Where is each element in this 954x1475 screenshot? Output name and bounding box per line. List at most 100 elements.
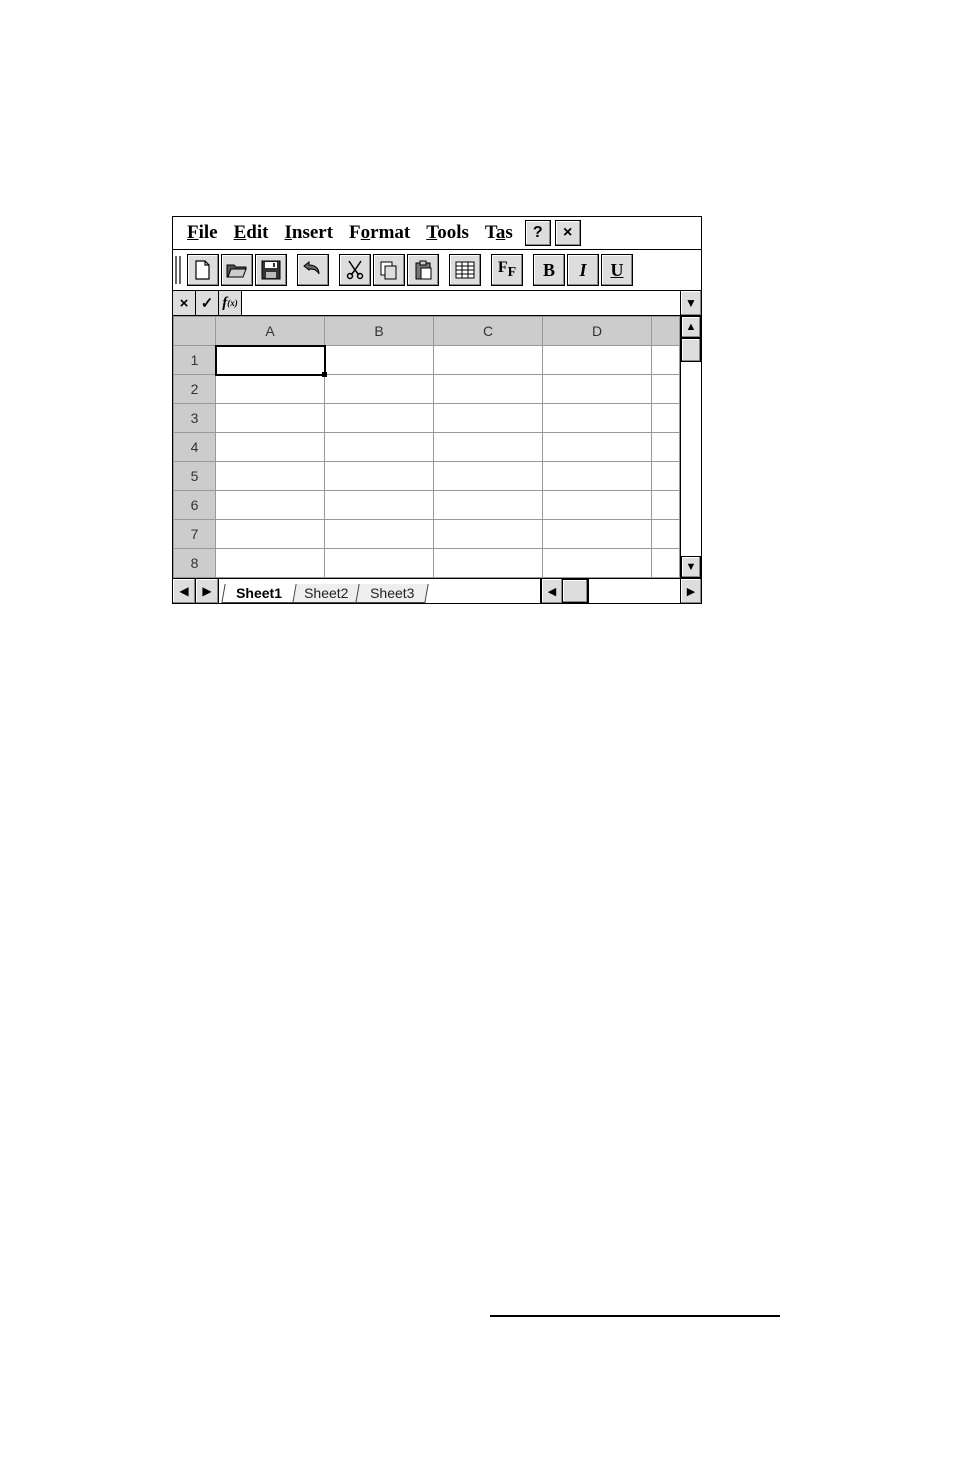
toolbar: FF B I U bbox=[173, 250, 701, 291]
cell-A2[interactable] bbox=[216, 375, 325, 404]
horizontal-scrollbar[interactable]: ◀ ▶ bbox=[541, 579, 701, 603]
undo-button[interactable] bbox=[297, 254, 329, 286]
paste-button[interactable] bbox=[407, 254, 439, 286]
cut-button[interactable] bbox=[339, 254, 371, 286]
cell-extra-2[interactable] bbox=[652, 375, 680, 404]
formula-input[interactable] bbox=[242, 291, 680, 315]
cell-C1[interactable] bbox=[434, 346, 543, 375]
open-folder-icon bbox=[226, 261, 248, 279]
cell-extra-7[interactable] bbox=[652, 520, 680, 549]
formula-cancel-button[interactable]: × bbox=[173, 291, 196, 315]
cell-B3[interactable] bbox=[325, 404, 434, 433]
cell-A7[interactable] bbox=[216, 520, 325, 549]
cell-D1[interactable] bbox=[543, 346, 652, 375]
cell-B1[interactable] bbox=[325, 346, 434, 375]
new-button[interactable] bbox=[187, 254, 219, 286]
col-header-extra[interactable] bbox=[652, 317, 680, 346]
cell-C5[interactable] bbox=[434, 462, 543, 491]
col-header-D[interactable]: D bbox=[543, 317, 652, 346]
bold-button[interactable]: B bbox=[533, 254, 565, 286]
cell-D2[interactable] bbox=[543, 375, 652, 404]
help-button[interactable]: ? bbox=[525, 220, 551, 246]
menu-insert[interactable]: Insert bbox=[276, 222, 341, 244]
row-header-7[interactable]: 7 bbox=[174, 520, 216, 549]
cell-B4[interactable] bbox=[325, 433, 434, 462]
col-header-B[interactable]: B bbox=[325, 317, 434, 346]
cell-extra-8[interactable] bbox=[652, 549, 680, 578]
cell-C4[interactable] bbox=[434, 433, 543, 462]
cell-C8[interactable] bbox=[434, 549, 543, 578]
hscroll-left-button[interactable]: ◀ bbox=[541, 579, 562, 603]
menu-tools[interactable]: Tools bbox=[418, 222, 477, 244]
font-button[interactable]: FF bbox=[491, 254, 523, 286]
hscroll-thumb[interactable] bbox=[562, 579, 588, 603]
toolbar-grip[interactable] bbox=[175, 256, 183, 284]
cell-D3[interactable] bbox=[543, 404, 652, 433]
cell-A5[interactable] bbox=[216, 462, 325, 491]
row-header-5[interactable]: 5 bbox=[174, 462, 216, 491]
select-all-corner[interactable] bbox=[174, 317, 216, 346]
cell-B8[interactable] bbox=[325, 549, 434, 578]
cell-extra-1[interactable] bbox=[652, 346, 680, 375]
cell-D4[interactable] bbox=[543, 433, 652, 462]
tab-nav-prev[interactable]: ◀ bbox=[173, 579, 196, 603]
fx-button[interactable]: f(x) bbox=[219, 291, 242, 315]
vscroll-track[interactable] bbox=[681, 362, 701, 556]
cell-B7[interactable] bbox=[325, 520, 434, 549]
tab-nav-next[interactable]: ▶ bbox=[196, 579, 219, 603]
vscroll-thumb[interactable] bbox=[681, 338, 701, 362]
save-button[interactable] bbox=[255, 254, 287, 286]
spreadsheet-grid[interactable]: A B C D 12345678 bbox=[173, 316, 680, 578]
row-header-8[interactable]: 8 bbox=[174, 549, 216, 578]
cell-C2[interactable] bbox=[434, 375, 543, 404]
cell-D7[interactable] bbox=[543, 520, 652, 549]
cell-extra-4[interactable] bbox=[652, 433, 680, 462]
sheet-tab-sheet1[interactable]: Sheet1 bbox=[221, 584, 296, 603]
floppy-disk-icon bbox=[261, 260, 281, 280]
scroll-up-button[interactable]: ▲ bbox=[681, 316, 701, 338]
formula-accept-button[interactable]: ✓ bbox=[196, 291, 219, 315]
grid-button[interactable] bbox=[449, 254, 481, 286]
sheet-tab-sheet2[interactable]: Sheet2 bbox=[289, 584, 363, 603]
cell-C7[interactable] bbox=[434, 520, 543, 549]
col-header-C[interactable]: C bbox=[434, 317, 543, 346]
cell-C6[interactable] bbox=[434, 491, 543, 520]
close-button[interactable]: × bbox=[555, 220, 581, 246]
cell-D8[interactable] bbox=[543, 549, 652, 578]
menu-bar: File Edit Insert Format Tools Tas ? × bbox=[173, 217, 701, 250]
menu-tas[interactable]: Tas bbox=[477, 222, 521, 244]
formula-dropdown[interactable]: ▼ bbox=[680, 291, 701, 315]
open-button[interactable] bbox=[221, 254, 253, 286]
cell-A1[interactable] bbox=[216, 346, 325, 375]
cell-A3[interactable] bbox=[216, 404, 325, 433]
vertical-scrollbar[interactable]: ▲ ▼ bbox=[680, 316, 701, 578]
copy-button[interactable] bbox=[373, 254, 405, 286]
cell-extra-6[interactable] bbox=[652, 491, 680, 520]
row-header-2[interactable]: 2 bbox=[174, 375, 216, 404]
menu-file[interactable]: File bbox=[179, 222, 226, 244]
scroll-down-button[interactable]: ▼ bbox=[681, 556, 701, 578]
row-header-4[interactable]: 4 bbox=[174, 433, 216, 462]
cell-B5[interactable] bbox=[325, 462, 434, 491]
sheet-tab-sheet3[interactable]: Sheet3 bbox=[356, 584, 430, 603]
underline-button[interactable]: U bbox=[601, 254, 633, 286]
row-header-1[interactable]: 1 bbox=[174, 346, 216, 375]
cell-B2[interactable] bbox=[325, 375, 434, 404]
row-header-3[interactable]: 3 bbox=[174, 404, 216, 433]
col-header-A[interactable]: A bbox=[216, 317, 325, 346]
cell-A8[interactable] bbox=[216, 549, 325, 578]
row-header-6[interactable]: 6 bbox=[174, 491, 216, 520]
cell-C3[interactable] bbox=[434, 404, 543, 433]
cell-extra-5[interactable] bbox=[652, 462, 680, 491]
cell-B6[interactable] bbox=[325, 491, 434, 520]
cell-extra-3[interactable] bbox=[652, 404, 680, 433]
italic-button[interactable]: I bbox=[567, 254, 599, 286]
menu-format[interactable]: Format bbox=[341, 222, 418, 244]
hscroll-right-button[interactable]: ▶ bbox=[680, 579, 701, 603]
cell-D6[interactable] bbox=[543, 491, 652, 520]
cell-D5[interactable] bbox=[543, 462, 652, 491]
hscroll-track[interactable] bbox=[588, 579, 680, 603]
cell-A6[interactable] bbox=[216, 491, 325, 520]
cell-A4[interactable] bbox=[216, 433, 325, 462]
menu-edit[interactable]: Edit bbox=[226, 222, 277, 244]
